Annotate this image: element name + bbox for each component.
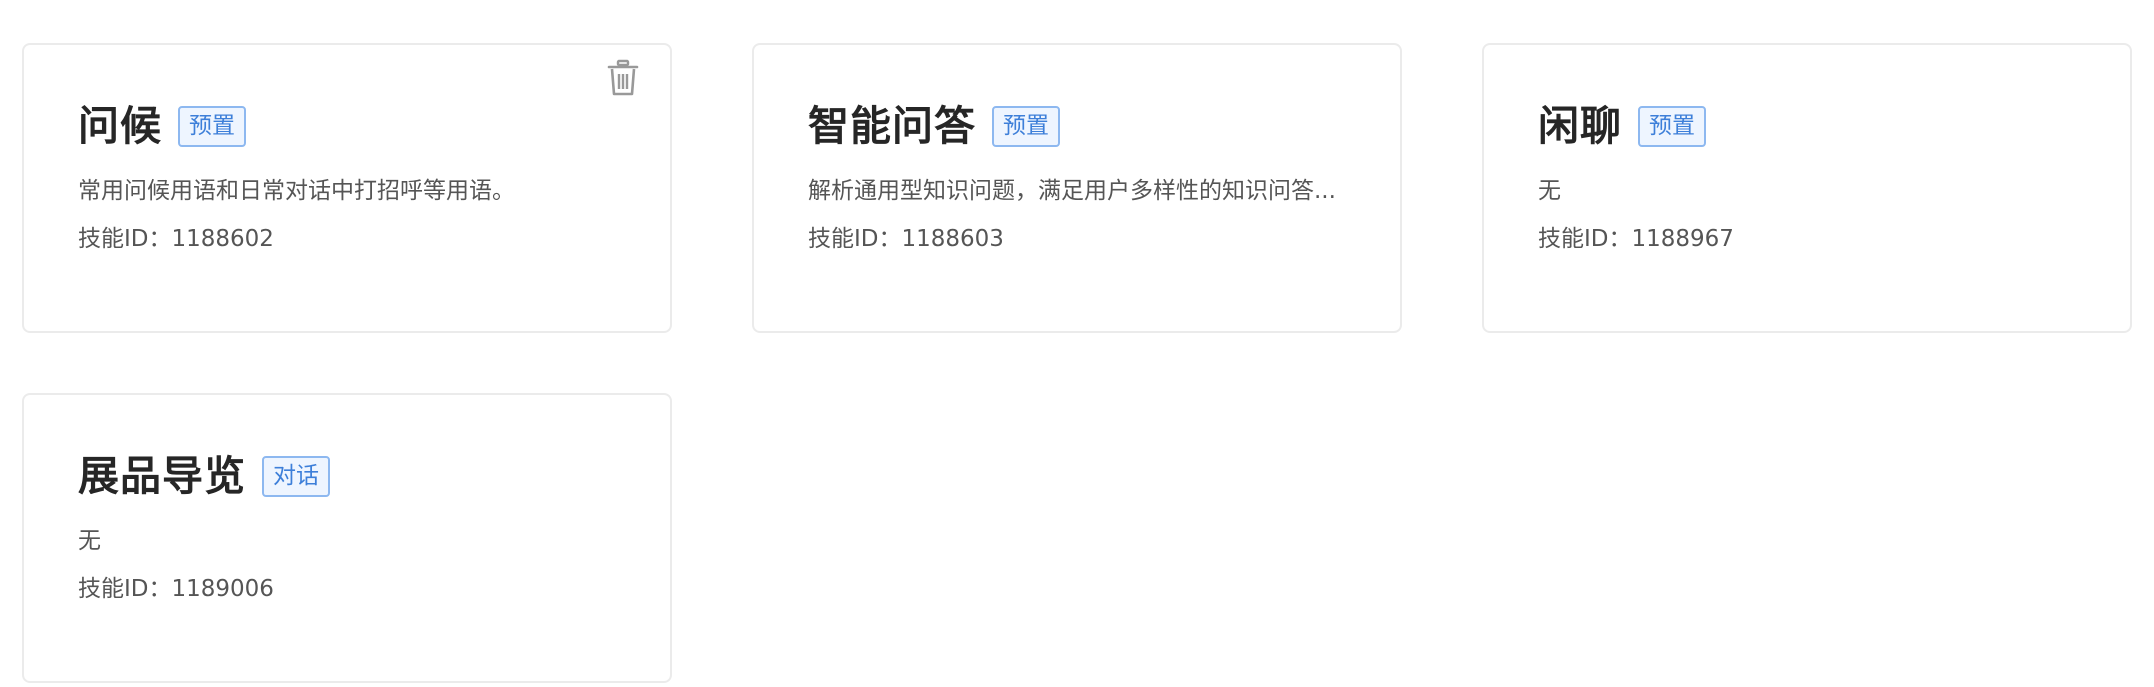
skill-type-tag: 对话 [262, 455, 330, 497]
skill-title: 问候 [78, 102, 162, 150]
skill-title: 智能问答 [808, 102, 976, 150]
skill-title-row: 闲聊 预置 [1538, 102, 2130, 150]
skill-id: 技能ID：1188602 [78, 226, 274, 252]
skill-description: 无 [78, 528, 101, 554]
skill-type-tag: 预置 [992, 105, 1060, 147]
trash-icon[interactable] [606, 59, 640, 97]
skill-title: 展品导览 [78, 452, 246, 500]
skill-card-exhibit-guide[interactable]: 展品导览 对话 无 技能ID：1189006 [22, 393, 672, 683]
skill-card-grid: 问候 预置 常用问候用语和日常对话中打招呼等用语。 技能ID：1188602 智… [22, 43, 2132, 683]
skill-description: 无 [1538, 178, 1561, 204]
skill-card-chitchat[interactable]: 闲聊 预置 无 技能ID：1188967 [1482, 43, 2132, 333]
skill-type-tag: 预置 [178, 105, 246, 147]
skill-card-smart-qa[interactable]: 智能问答 预置 解析通用型知识问题，满足用户多样性的知识问答... 技能ID：1… [752, 43, 1402, 333]
skill-description: 常用问候用语和日常对话中打招呼等用语。 [78, 178, 515, 204]
skill-card-greeting[interactable]: 问候 预置 常用问候用语和日常对话中打招呼等用语。 技能ID：1188602 [22, 43, 672, 333]
skill-title: 闲聊 [1538, 102, 1622, 150]
skill-title-row: 展品导览 对话 [78, 452, 670, 500]
skill-id: 技能ID：1188603 [808, 226, 1004, 252]
skill-id: 技能ID：1188967 [1538, 226, 1734, 252]
skill-id: 技能ID：1189006 [78, 576, 274, 602]
skill-title-row: 智能问答 预置 [808, 102, 1400, 150]
skill-type-tag: 预置 [1638, 105, 1706, 147]
skill-description: 解析通用型知识问题，满足用户多样性的知识问答... [808, 178, 1336, 204]
skill-title-row: 问候 预置 [78, 102, 670, 150]
